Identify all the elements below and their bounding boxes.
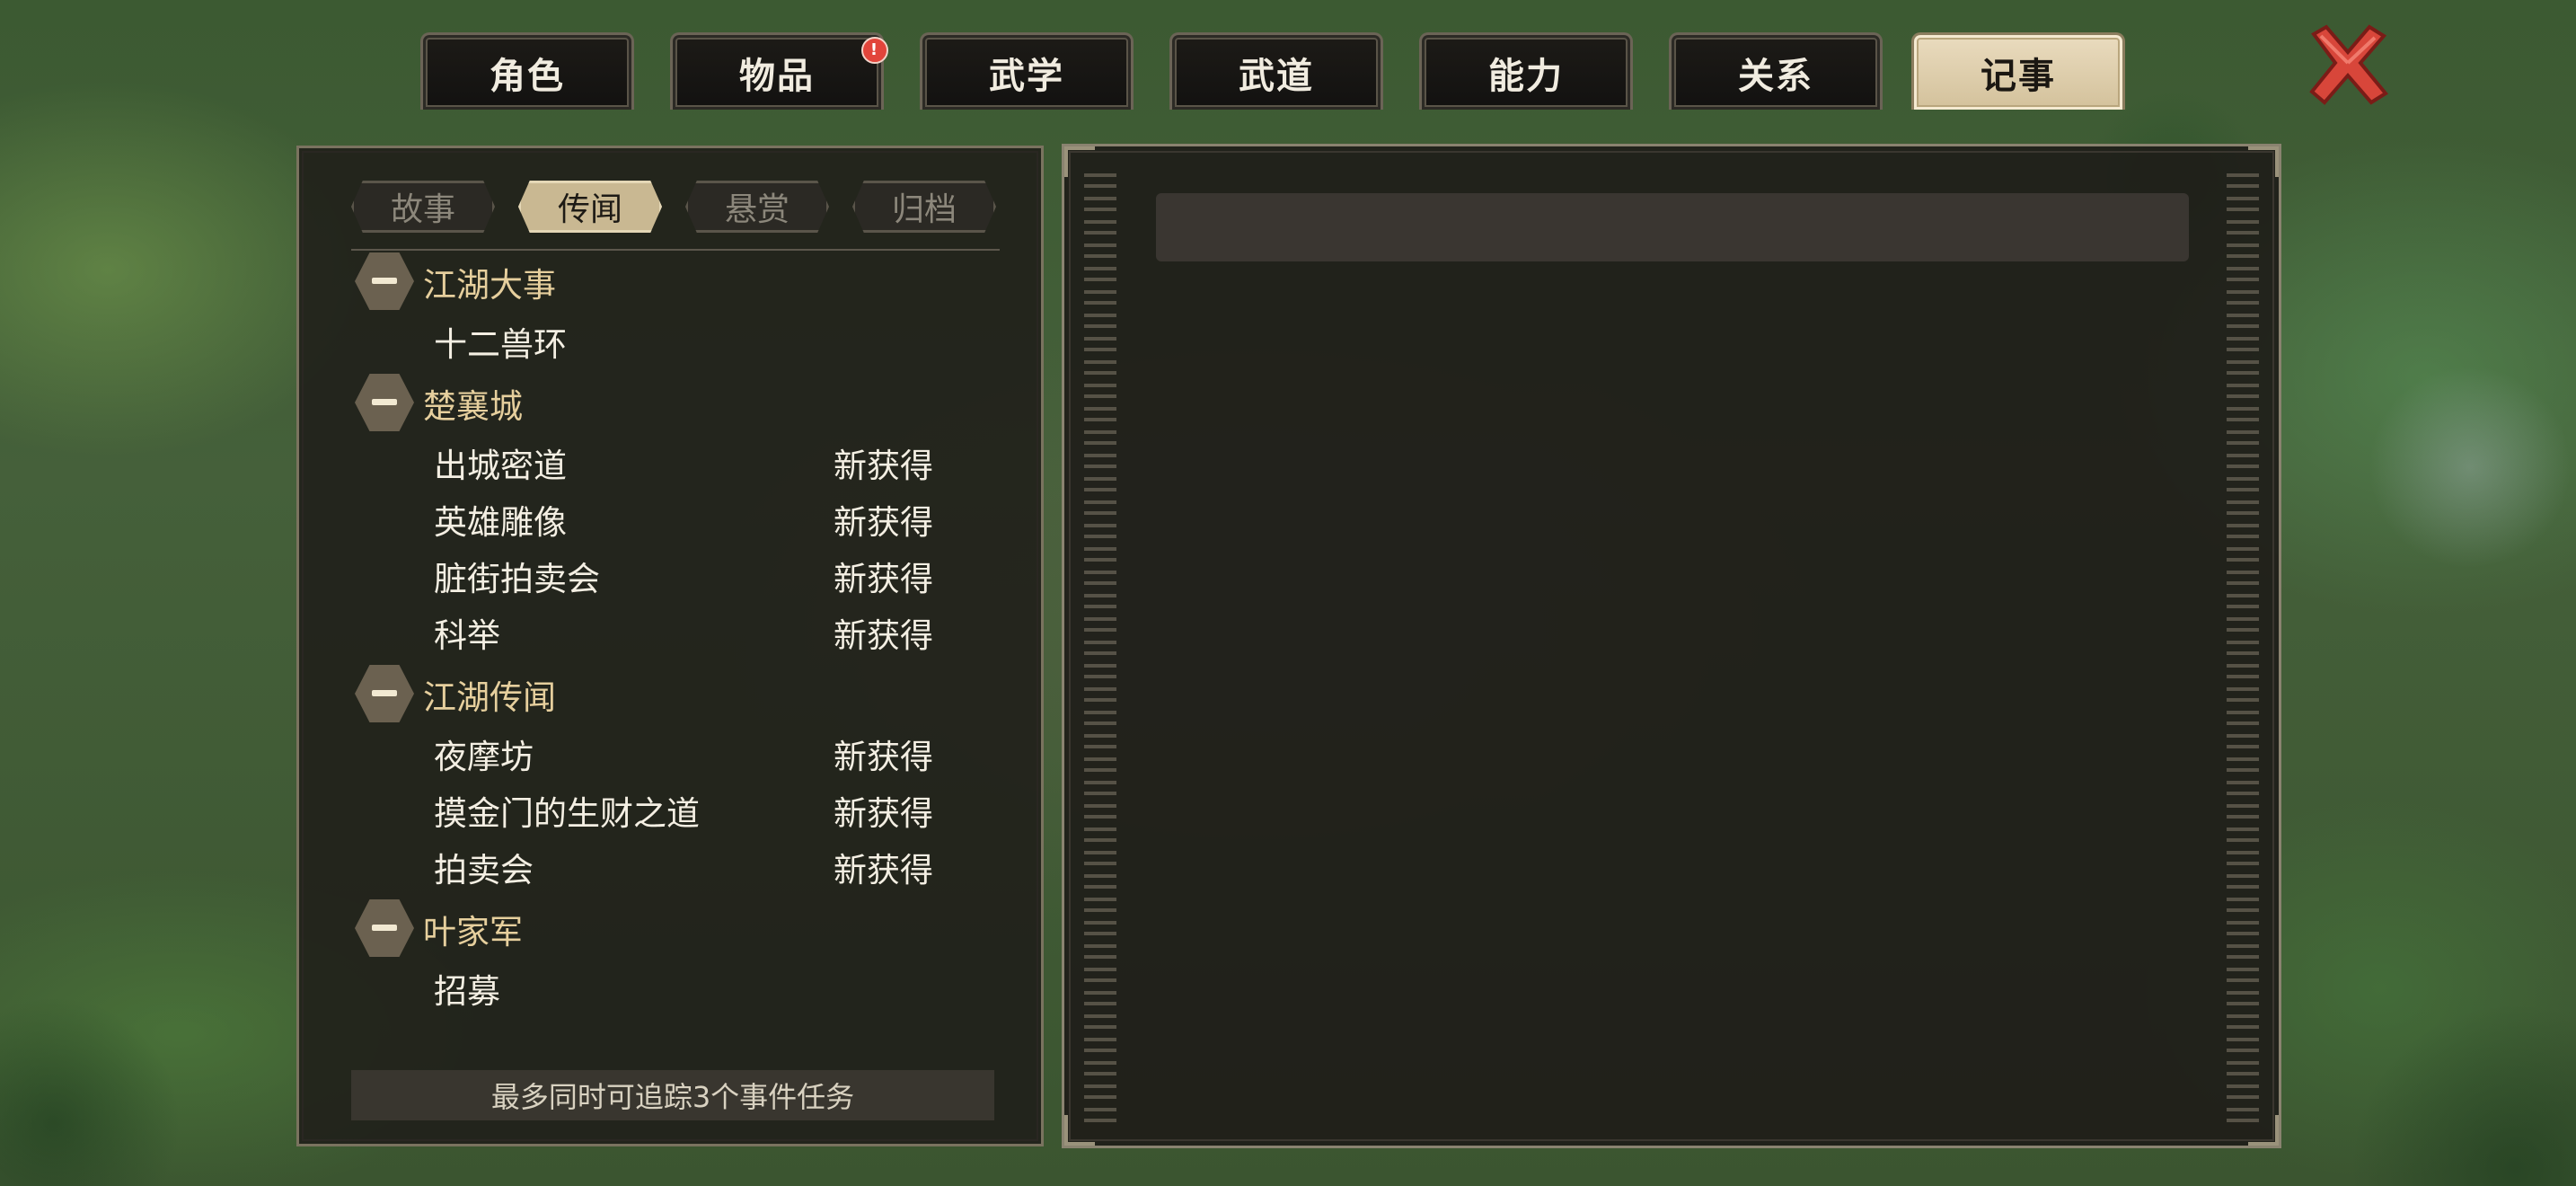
list-item[interactable]: 招募 (351, 955, 1000, 1012)
item-status: 新获得 (834, 560, 933, 598)
item-name: 脏街拍卖会 (434, 560, 600, 598)
fret-border-left (1084, 173, 1116, 1126)
rumor-list-panel: 故事 传闻 悬赏 归档 江湖大事 十二兽环 楚襄城 出城密道 新获得 英雄雕像 新获… (296, 146, 1044, 1146)
group-title: 江湖大事 (423, 266, 556, 305)
tab-abilities[interactable]: 能力 (1419, 32, 1633, 110)
group-header-ye-family-army: 叶家军 (351, 899, 1000, 957)
tab-label: 能力 (1488, 55, 1564, 97)
item-status: 新获得 (834, 447, 933, 485)
tab-label: 记事 (1981, 55, 2056, 97)
subtab-label: 故事 (390, 191, 455, 228)
item-name: 科举 (434, 616, 500, 655)
detail-panel (1062, 144, 2281, 1148)
item-status: 新获得 (834, 503, 933, 542)
collapse-minus-icon[interactable] (355, 899, 414, 957)
item-status: 新获得 (834, 851, 933, 890)
tab-character[interactable]: 角色 (420, 32, 634, 110)
close-x-icon (2309, 24, 2388, 105)
group-title: 叶家军 (423, 913, 523, 951)
frame-corner (2248, 146, 2279, 177)
item-status: 新获得 (834, 738, 933, 776)
list-item[interactable]: 摸金门的生财之道 新获得 (351, 777, 1000, 834)
close-button[interactable] (2305, 22, 2391, 108)
tab-journal[interactable]: 记事 (1911, 32, 2125, 110)
tab-label: 角色 (490, 55, 565, 97)
detail-title-bar (1156, 193, 2189, 261)
list-item[interactable]: 脏街拍卖会 新获得 (351, 543, 1000, 599)
divider (351, 249, 1000, 251)
tab-label: 武道 (1239, 55, 1314, 97)
item-status: 新获得 (834, 794, 933, 833)
collapse-minus-icon[interactable] (355, 665, 414, 722)
subtab-bounty[interactable]: 悬赏 (685, 181, 829, 233)
subtab-label: 传闻 (557, 191, 622, 228)
tracking-limit-note: 最多同时可追踪3个事件任务 (351, 1070, 994, 1120)
list-item[interactable]: 拍卖会 新获得 (351, 834, 1000, 890)
list-item[interactable]: 英雄雕像 新获得 (351, 486, 1000, 543)
collapse-minus-icon[interactable] (355, 374, 414, 431)
group-title: 江湖传闻 (423, 678, 556, 717)
tab-martial-way[interactable]: 武道 (1169, 32, 1383, 110)
subtab-story[interactable]: 故事 (351, 181, 495, 233)
list-item[interactable]: 科举 新获得 (351, 599, 1000, 656)
item-name: 招募 (434, 972, 500, 1011)
tab-martial-arts[interactable]: 武学 (920, 32, 1134, 110)
group-header-jianghu-events: 江湖大事 (351, 252, 1000, 310)
item-name: 英雄雕像 (434, 503, 567, 542)
notification-badge: ! (861, 37, 888, 64)
list-item[interactable]: 出城密道 新获得 (351, 429, 1000, 486)
subtab-label: 悬赏 (724, 191, 790, 228)
item-name: 摸金门的生财之道 (434, 794, 700, 833)
frame-corner (1064, 146, 1095, 177)
tab-label: 关系 (1738, 55, 1813, 97)
subtab-archive[interactable]: 归档 (852, 181, 996, 233)
tab-label: 物品 (739, 55, 815, 97)
collapse-minus-icon[interactable] (355, 252, 414, 310)
group-header-jianghu-rumors: 江湖传闻 (351, 665, 1000, 722)
sub-tab-bar: 故事 传闻 悬赏 归档 (351, 181, 998, 235)
item-name: 十二兽环 (434, 325, 567, 364)
group-header-chuxiang-city: 楚襄城 (351, 374, 1000, 431)
group-title: 楚襄城 (423, 387, 523, 426)
item-name: 出城密道 (434, 447, 567, 485)
list-item[interactable]: 十二兽环 (351, 308, 1000, 365)
subtab-rumors[interactable]: 传闻 (518, 181, 662, 233)
tab-relations[interactable]: 关系 (1669, 32, 1883, 110)
subtab-label: 归档 (891, 191, 957, 228)
item-name: 拍卖会 (434, 851, 534, 890)
item-status: 新获得 (834, 616, 933, 655)
item-name: 夜摩坊 (434, 738, 534, 776)
list-item[interactable]: 夜摩坊 新获得 (351, 721, 1000, 777)
rumor-list: 江湖大事 十二兽环 楚襄城 出城密道 新获得 英雄雕像 新获得 脏街拍卖会 新获得 科… (351, 252, 1000, 1012)
fret-border-right (2227, 173, 2259, 1126)
tab-items[interactable]: 物品! (670, 32, 888, 110)
tab-label: 武学 (989, 55, 1064, 97)
